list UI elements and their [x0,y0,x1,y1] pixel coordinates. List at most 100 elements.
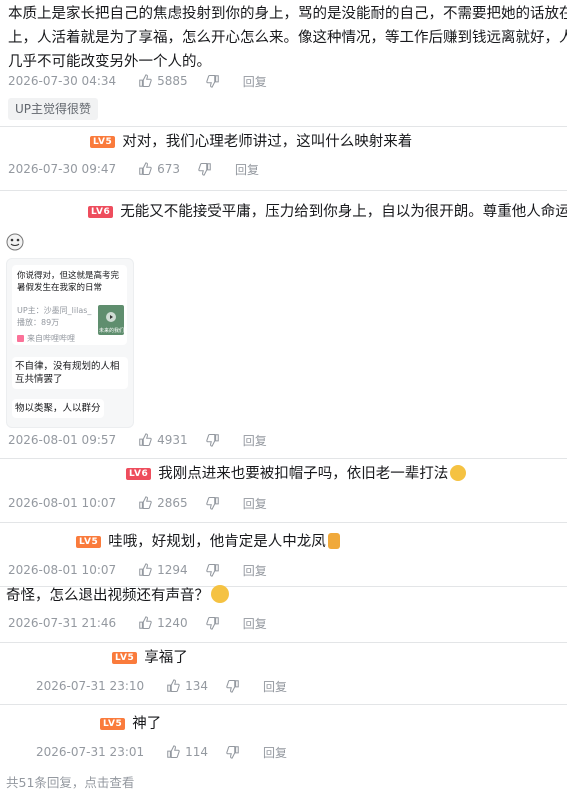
divider [0,522,567,523]
reply-button[interactable]: 回复 [243,615,267,632]
dislike-button[interactable] [205,74,225,88]
comment-text-line: 上，人活着就是为了享福，怎么开心怎么来。像这种情况，等工作后赚到钱远离就好，人是 [8,30,567,46]
dislike-icon [205,616,219,630]
comment-5: 奇怪，怎么退出视频还有声音？ [6,584,229,608]
comment-date: 2026-07-30 09:47 [8,162,117,176]
comment-date: 2026-07-30 04:34 [8,74,117,88]
like-count: 5885 [157,74,188,88]
comment-6: LV5 享福了 [112,646,188,670]
comment-2: LV6 无能又不能接受平庸，压力给到你身上，自以为很开朗。尊重他人命运 [88,200,567,224]
source-text: 来自哔哩哔哩 [27,334,75,343]
comment-date: 2026-08-01 10:07 [8,563,117,577]
dislike-button[interactable] [226,745,245,759]
play-icon [106,312,116,322]
like-button[interactable]: 2865 [138,496,188,510]
comment-text: 神了 [132,716,162,732]
comment-date: 2026-07-31 23:01 [36,745,145,759]
like-button[interactable]: 114 [166,745,208,759]
divider [0,458,567,459]
reply-button[interactable]: 回复 [235,161,259,178]
view-replies-link[interactable]: 点击查看 [84,775,134,790]
like-count: 673 [157,162,181,176]
dislike-button[interactable] [205,563,225,577]
image-attachment[interactable]: 你说得对，但这就是高考完暑假发生在我家的日常 UP主：沙墨同_lilas_ 播放… [6,258,134,428]
comment-date: 2026-08-01 10:07 [8,496,117,510]
comment-text: 享福了 [144,650,188,666]
comment-text-line: 本质上是家长把自己的焦虑投射到你的身上，骂的是没能耐的自己，不需要把她的话放在心 [8,6,567,22]
like-button[interactable]: 134 [166,679,208,693]
comment-date: 2026-07-31 23:10 [36,679,145,693]
dislike-icon [226,679,239,693]
divider [0,126,567,127]
video-up: UP主：沙墨同_lilas_ [17,306,92,315]
dislike-icon [198,162,211,176]
comment-1: LV5 对对，我们心理老师讲过，这叫什么映射来着 [90,130,412,154]
dislike-button[interactable] [226,679,245,693]
like-icon [167,679,180,693]
reply-button[interactable]: 回复 [243,562,267,579]
comment-meta: 2026-07-30 09:47 673 回复 [8,160,277,178]
divider [0,190,567,191]
dislike-icon [205,74,219,88]
comment-text: 哇哦，好规划，他肯定是人中龙凤 [108,534,326,550]
chat-bubble: 不自律，没有规划的人相互共情罢了 [12,357,128,389]
dislike-button[interactable] [205,616,225,630]
video-share-card[interactable]: 你说得对，但这就是高考完暑假发生在我家的日常 UP主：沙墨同_lilas_ 播放… [12,265,129,345]
dislike-icon [205,496,219,510]
level-badge: LV6 [126,468,152,480]
comment-text: 我刚点进来也要被扣帽子吗，依旧老一辈打法 [158,466,449,482]
like-button[interactable]: 4931 [138,433,188,447]
like-button[interactable]: 1294 [138,563,188,577]
replies-footer: 共51条回复，点击查看 [6,772,134,791]
like-count: 4931 [157,433,188,447]
reply-total: 共51条回复， [6,775,85,790]
dislike-icon [226,745,239,759]
comment-4: LV5 哇哦，好规划，他肯定是人中龙凤 [76,530,340,554]
like-count: 134 [185,679,209,693]
like-icon [139,433,152,447]
reply-button[interactable]: 回复 [243,73,267,90]
comment-meta: 2026-08-01 10:07 1294 回复 [8,561,285,579]
divider [0,642,567,643]
like-count: 1240 [157,616,188,630]
video-thumbnail: 未来的我们！ [98,305,129,335]
chat-bubble: 物以类聚，人以群分 [12,399,104,418]
like-icon [139,162,152,176]
like-button[interactable]: 673 [138,162,180,176]
dislike-button[interactable] [205,496,225,510]
like-icon [139,616,152,630]
reply-button[interactable]: 回复 [243,432,267,449]
comment-date: 2026-07-31 21:46 [8,616,117,630]
comment-7: LV5 神了 [100,712,161,736]
comment-3: LV6 我刚点进来也要被扣帽子吗，依旧老一辈打法 [126,462,467,486]
dislike-icon [205,563,219,577]
reply-button[interactable]: 回复 [263,744,287,761]
surprised-emoji-icon [450,465,467,481]
like-button[interactable]: 5885 [138,74,188,88]
divider [0,704,567,705]
bilibili-icon [17,335,24,342]
reply-button[interactable]: 回复 [243,495,267,512]
comment-text: 奇怪，怎么退出视频还有声音？ [6,588,209,604]
dislike-button[interactable] [205,433,225,447]
like-button[interactable]: 1240 [138,616,188,630]
comment-meta: 2026-07-31 23:10 134 回复 [36,677,305,695]
level-badge: LV5 [76,536,102,548]
dislike-icon [205,433,219,447]
like-icon [139,563,152,577]
comment-meta: 2026-08-01 10:07 2865 回复 [8,494,285,512]
like-count: 1294 [157,563,188,577]
comment-text-line: 几乎不可能改变另外一个人的。 [8,54,211,70]
level-badge: LV5 [100,718,126,730]
scared-emoji-icon [211,585,229,603]
like-icon [139,496,152,510]
video-plays: 播放：89万 [17,318,60,327]
comment-meta: 2026-07-31 23:01 114 回复 [36,743,305,761]
like-count: 2865 [157,496,188,510]
reply-button[interactable]: 回复 [263,678,287,695]
comment-0: 本质上是家长把自己的焦虑投射到你的身上，骂的是没能耐的自己，不需要把她的话放在心… [8,2,567,74]
thumbs-up-emoji-icon [327,533,340,549]
comment-date: 2026-08-01 09:57 [8,433,117,447]
comment-text: 无能又不能接受平庸，压力给到你身上，自以为很开朗。尊重他人命运 [120,204,567,220]
dislike-button[interactable] [198,162,217,176]
